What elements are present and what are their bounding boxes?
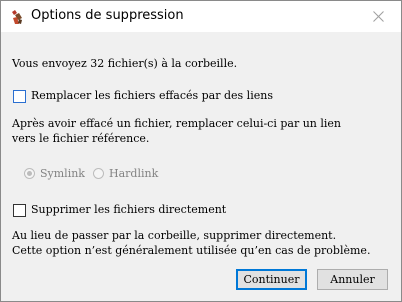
delete-directly-checkbox[interactable]: [13, 204, 26, 217]
close-icon: [372, 11, 384, 22]
delete-directly-label[interactable]: Supprimer les fichiers directement: [31, 202, 226, 218]
symlink-radio[interactable]: [24, 168, 35, 179]
app-icon: [10, 9, 24, 25]
window-title: Options de suppression: [31, 8, 184, 23]
replace-description-line1: Après avoir effacé un fichier, remplacer…: [12, 117, 342, 130]
cancel-button[interactable]: Annuler: [317, 269, 388, 290]
delete-options-dialog: Options de suppression Vous envoyez 32 f…: [0, 0, 402, 302]
close-button[interactable]: [355, 1, 401, 32]
dialog-content: Vous envoyez 32 fichier(s) à la corbeill…: [1, 32, 401, 301]
replace-with-links-checkbox[interactable]: [13, 90, 26, 103]
continue-button[interactable]: Continuer: [236, 269, 307, 290]
delete-description-line2: Cette option n’est généralement utilisée…: [12, 244, 371, 257]
hardlink-radio[interactable]: [93, 168, 104, 179]
symlink-radio-dot: [27, 171, 32, 176]
delete-description-line1: Au lieu de passer par la corbeille, supp…: [12, 229, 337, 242]
hardlink-label[interactable]: Hardlink: [109, 166, 158, 182]
replace-with-links-label[interactable]: Remplacer les fichiers effacés par des l…: [31, 88, 273, 104]
title-bar[interactable]: Options de suppression: [1, 1, 401, 32]
symlink-label[interactable]: Symlink: [40, 166, 85, 182]
replace-description-line2: vers le fichier référence.: [12, 132, 150, 145]
summary-message: Vous envoyez 32 fichier(s) à la corbeill…: [12, 57, 238, 70]
